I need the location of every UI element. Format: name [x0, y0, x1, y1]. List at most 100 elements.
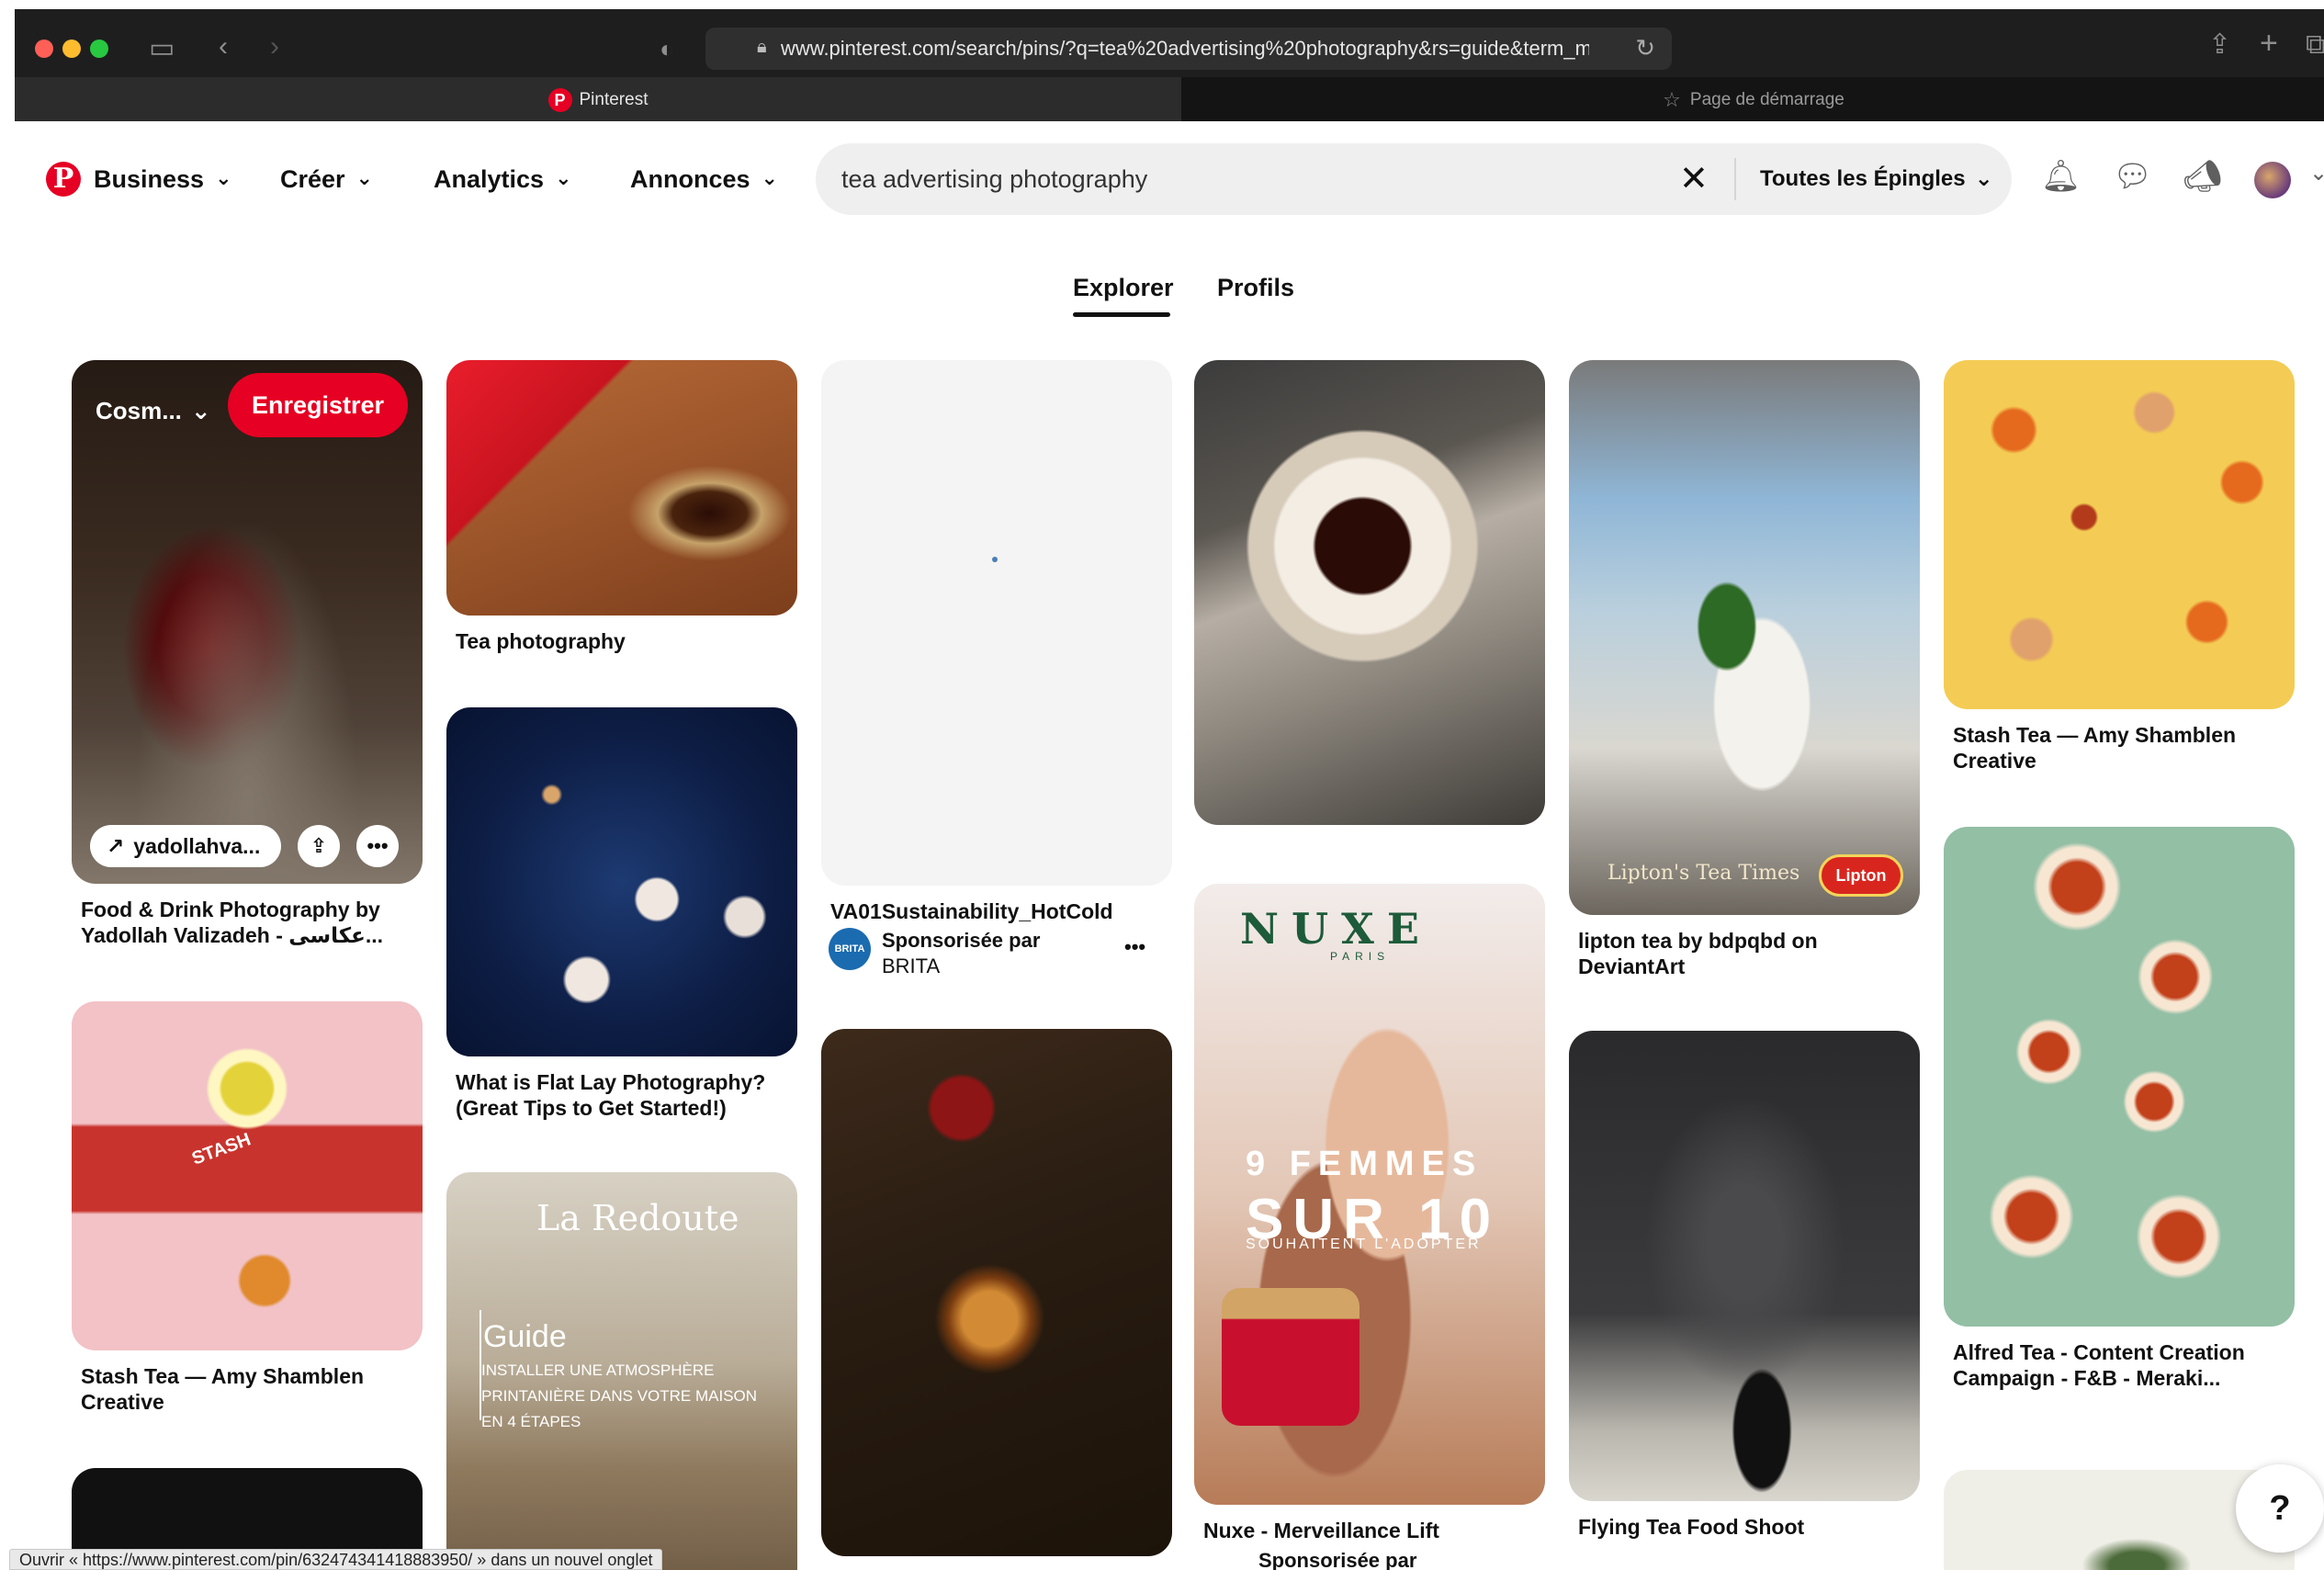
pin-image[interactable] [446, 707, 797, 1056]
chevron-down-icon: ⌄ [215, 165, 232, 189]
pin-image-loading[interactable] [821, 360, 1172, 886]
more-options-icon[interactable]: ••• [1124, 935, 1145, 959]
menu-label: Business [94, 165, 205, 193]
pin-title: VA01Sustainability_HotCold [830, 899, 1113, 923]
menu-annonces[interactable]: Annonces ⌄ [630, 165, 778, 194]
pin-title-line: Stash Tea — Amy Shamblen [1953, 723, 2237, 747]
search-filter-dropdown[interactable]: Toutes les Épingles ⌄ [1760, 165, 1993, 192]
messages-icon[interactable]: 💬︎ [2113, 158, 2152, 195]
pin-flying-tea[interactable]: Flying Tea Food Shoot [1569, 1031, 1920, 1570]
pin-title-line: Creative [81, 1390, 164, 1414]
privacy-shield-icon[interactable]: ◐ [660, 35, 674, 62]
pin-image[interactable] [1944, 827, 2295, 1327]
pin-title-line: Alfred Tea - Content Creation [1953, 1340, 2245, 1364]
pin-title-line: Food & Drink Photography by [81, 898, 380, 921]
pin-la-redoute[interactable]: La Redoute Guide INSTALLER UNE ATMOSPHÈR… [446, 1172, 797, 1570]
search-type-tabs: Explorer Profils [0, 266, 2324, 322]
reload-icon[interactable]: ↻ [1635, 34, 1655, 62]
hover-overlay [72, 360, 423, 884]
brita-logo[interactable]: BRITA [829, 928, 871, 970]
sponsor-name[interactable]: BRITA [882, 954, 1040, 979]
guide-line: EN 4 ÉTAPES [481, 1413, 581, 1430]
forward-icon[interactable]: › [270, 33, 279, 61]
pin-title: Alfred Tea - Content Creation Campaign -… [1953, 1339, 2245, 1391]
pin-title: lipton tea by bdpqbd on DeviantArt [1578, 928, 1818, 979]
pin-image[interactable] [821, 1029, 1172, 1556]
tab-pinterest[interactable]: P Pinterest [15, 77, 1181, 121]
tab-profils[interactable]: Profils [1217, 274, 1294, 302]
nuxe-sub: PARIS [1330, 950, 1391, 963]
pin-image[interactable] [1944, 360, 2295, 709]
lipton-caption: Lipton's Tea Times [1608, 862, 1800, 885]
share-button[interactable]: ⇪ [298, 825, 340, 867]
pin-image[interactable] [1194, 360, 1545, 825]
tab-start-page[interactable]: ☆ Page de démarrage [1183, 77, 2324, 121]
guide-heading: Guide [483, 1319, 567, 1354]
avatar[interactable] [2254, 162, 2291, 198]
arrow-up-right-icon: ↗ [107, 833, 125, 858]
link-status-bar: Ouvrir « https://www.pinterest.com/pin/6… [9, 1549, 663, 1570]
source-link-button[interactable]: ↗ yadollahva... [90, 825, 281, 867]
search-input[interactable] [841, 143, 1668, 215]
clear-search-icon[interactable]: ✕ [1679, 158, 1709, 199]
pin-cinnamon-drink[interactable] [821, 1029, 1172, 1570]
board-label: Cosm... [96, 397, 182, 424]
sponsored-label: Sponsorisée par [1258, 1549, 1417, 1570]
tab-overview-icon[interactable]: ⧉ [2306, 31, 2324, 59]
notifications-bell-icon[interactable]: 🔔︎ [2041, 158, 2081, 195]
announcements-icon[interactable]: 📣︎ [2183, 158, 2222, 195]
menu-analytics[interactable]: Analytics ⌄ [434, 165, 572, 194]
sponsored-label: Sponsorisée par [882, 929, 1041, 952]
pin-title-line: What is Flat Lay Photography? [456, 1070, 766, 1094]
help-button[interactable]: ? [2236, 1464, 2324, 1553]
maximize-window-button[interactable] [90, 40, 108, 58]
chevron-down-icon[interactable]: ⌄ [2309, 160, 2324, 186]
pin-image[interactable]: La Redoute Guide INSTALLER UNE ATMOSPHÈR… [446, 1172, 797, 1570]
pin-stash-tea-pink[interactable]: STASH Stash Tea — Amy Shamblen Creative [72, 1001, 423, 1424]
pin-image[interactable]: STASH [72, 1001, 423, 1350]
pin-nuxe-ad[interactable]: NUXE PARIS 9 FEMMES SUR 10 SOUHAITENT L'… [1194, 884, 1545, 1570]
search-divider [1734, 158, 1736, 200]
pin-title: Flying Tea Food Shoot [1578, 1515, 1805, 1539]
browser-chrome: ▭ ‹ › ◐ 🔒︎ www.pinterest.com/search/pins… [0, 0, 2324, 121]
pin-lipton[interactable]: Lipton's Tea Times Lipton lipton tea by … [1569, 360, 1920, 985]
menu-creer[interactable]: Créer ⌄ [280, 165, 373, 194]
more-options-button[interactable]: ••• [356, 825, 399, 867]
close-window-button[interactable] [35, 40, 53, 58]
pin-title-line: Campaign - F&B - Meraki... [1953, 1366, 2221, 1390]
pin-image[interactable]: NUXE PARIS 9 FEMMES SUR 10 SOUHAITENT L'… [1194, 884, 1545, 1505]
pinterest-header: P Business ⌄ Créer ⌄ Analytics ⌄ Annonce… [0, 121, 2324, 239]
menu-business[interactable]: Business ⌄ [94, 165, 232, 194]
pin-tea-photography[interactable]: Tea photography [446, 360, 797, 663]
sidebar-toggle-icon[interactable]: ▭ [149, 35, 175, 62]
pin-title-line: Stash Tea — Amy Shamblen [81, 1364, 365, 1388]
pin-image[interactable]: Cosm... ⌄ Enregistrer ↗ yadollahva... ⇪ … [72, 360, 423, 884]
pin-title: Nuxe - Merveillance Lift [1203, 1519, 1439, 1542]
pin-flat-lay[interactable]: What is Flat Lay Photography? (Great Tip… [446, 707, 797, 1130]
pin-teacup[interactable] [1194, 360, 1545, 825]
nuxe-logo: NUXE [1240, 904, 1432, 954]
pin-image[interactable] [446, 360, 797, 616]
active-tab-indicator [1073, 312, 1170, 317]
minimize-window-button[interactable] [62, 40, 81, 58]
pin-brita-ad[interactable]: VA01Sustainability_HotCold BRITA Sponsor… [821, 360, 1172, 985]
pinterest-logo-icon[interactable]: P [46, 162, 81, 197]
address-bar[interactable]: 🔒︎ www.pinterest.com/search/pins/?q=tea%… [705, 28, 1672, 70]
ad-headline: 9 FEMMES [1246, 1145, 1484, 1183]
la-redoute-logo: La Redoute [536, 1198, 739, 1238]
board-select-dropdown[interactable]: Cosm... ⌄ [96, 397, 211, 425]
pin-stash-tea-yellow[interactable]: Stash Tea — Amy Shamblen Creative [1944, 360, 2295, 783]
pin-image[interactable]: Lipton's Tea Times Lipton [1569, 360, 1920, 915]
back-icon[interactable]: ‹ [219, 33, 228, 61]
share-icon[interactable]: ⇪ [2208, 31, 2231, 59]
product-jar [1222, 1288, 1359, 1426]
guide-line: INSTALLER UNE ATMOSPHÈRE [481, 1361, 715, 1379]
pin-alfred-tea[interactable]: Alfred Tea - Content Creation Campaign -… [1944, 827, 2295, 1396]
pinterest-favicon-icon: P [547, 88, 572, 112]
pin-title: Tea photography [456, 629, 626, 653]
save-button[interactable]: Enregistrer [228, 373, 408, 437]
pin-image[interactable] [1569, 1031, 1920, 1501]
tab-explorer[interactable]: Explorer [1073, 274, 1174, 302]
new-tab-icon[interactable]: + [2260, 28, 2278, 59]
pin-food-drink[interactable]: Cosm... ⌄ Enregistrer ↗ yadollahva... ⇪ … [72, 360, 423, 948]
